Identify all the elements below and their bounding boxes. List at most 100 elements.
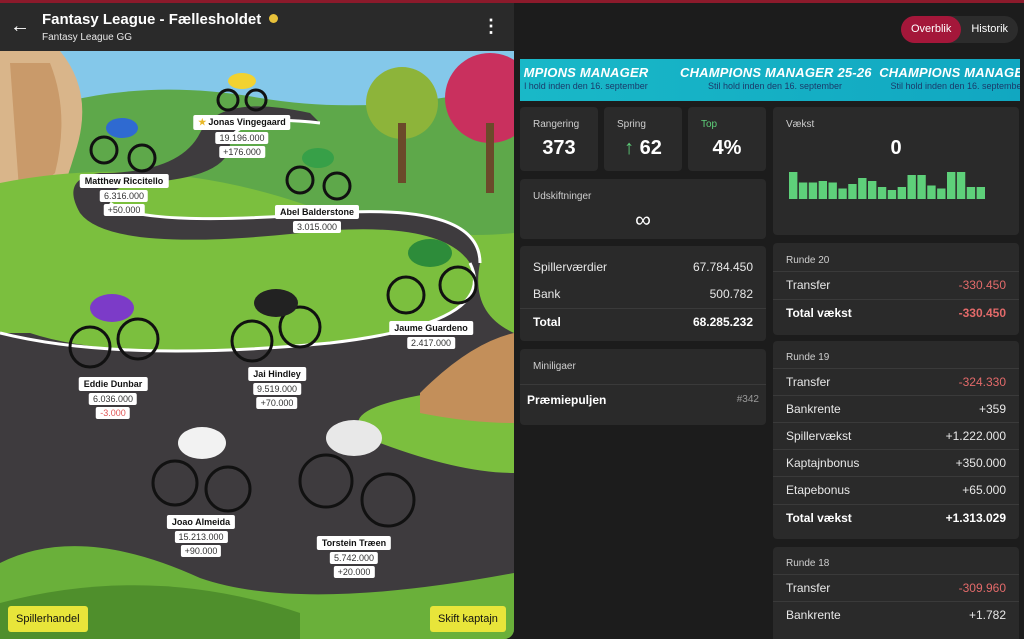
round-row-label: Etapebonus <box>786 483 851 497</box>
rider-value-change: +90.000 <box>180 545 222 557</box>
growth-bar <box>947 172 956 199</box>
round-row-value: -324.330 <box>958 375 1006 389</box>
promo-banner[interactable]: MPIONS MANAGER l hold inden den 16. sept… <box>520 59 1020 101</box>
round-title: Runde 20 <box>786 255 830 266</box>
round-row-value: +1.222.000 <box>945 429 1006 443</box>
round-row-value: +359 <box>978 402 1006 416</box>
rider-card[interactable]: ★ Jonas Vingegaard 19.196.000 +176.000 <box>193 115 291 158</box>
value-row: Bank 500.782 <box>520 280 766 307</box>
growth-bar <box>937 188 946 199</box>
growth-value: 0 <box>890 137 902 159</box>
rank-card: Rangering 373 <box>520 107 598 171</box>
arrow-left-icon[interactable]: ← <box>10 15 32 37</box>
growth-bar <box>798 182 808 199</box>
view-switch: Overblik Historik <box>901 16 1019 43</box>
round-row-value: +65.000 <box>962 483 1006 497</box>
rider-card[interactable]: Jaume Guardeno 2.417.000 <box>389 321 473 349</box>
value-total-value: 68.285.232 <box>692 315 753 329</box>
rider-name: Torstein Træen <box>316 536 392 550</box>
round-total-value: -330.450 <box>958 306 1006 320</box>
rider-value: 15.213.000 <box>174 531 228 543</box>
rider-name-text: Matthew Riccitello <box>84 176 164 186</box>
growth-bar <box>956 172 966 199</box>
app-root: ← Fantasy League - Fællesholdet Fantasy … <box>0 0 1024 639</box>
rider-card[interactable]: Joao Almeida 15.213.000 +90.000 <box>166 515 236 557</box>
minileague-name: Præmiepuljen <box>527 392 607 407</box>
rider-card[interactable]: Eddie Dunbar 6.036.000 -3.000 <box>78 377 148 419</box>
rider-name-text: Jaume Guardeno <box>394 323 468 333</box>
swaps-label: Udskiftninger <box>533 191 592 202</box>
rider-name: Jaume Guardeno <box>389 321 473 335</box>
rider-name: Jai Hindley <box>248 367 306 381</box>
rider-name-text: Jonas Vingegaard <box>208 117 286 127</box>
growth-bar <box>848 184 857 199</box>
banner-sub: Stil hold inden den 16. september <box>707 81 843 91</box>
jump-value-wrap: ↑ 62 <box>604 137 682 160</box>
tab-history[interactable]: Historik <box>961 16 1018 43</box>
growth-bar <box>907 175 916 199</box>
round-row: Etapebonus +65.000 <box>773 476 1019 503</box>
infinity-icon: ∞ <box>635 207 651 232</box>
page-title: Fantasy League - Fællesholdet <box>42 11 279 28</box>
team-value-card: Spillerværdier 67.784.450 Bank 500.782 Tot… <box>520 246 766 341</box>
banner-title: CHAMPIONS MANAGER <box>680 65 834 80</box>
banner-season: 25-26 <box>837 65 872 80</box>
value-row-label: Spillerværdier <box>533 259 608 274</box>
value-row-value: 500.782 <box>709 286 753 301</box>
rider-name: Abel Balderstone <box>274 205 360 219</box>
round-total-row: Total vækst -330.450 <box>773 299 1019 326</box>
value-total-row: Total 68.285.232 <box>520 308 766 335</box>
banner-partial-title: MPIONS MANAGER <box>523 65 649 80</box>
rider-card[interactable]: Jai Hindley 9.519.000 +70.000 <box>248 367 306 409</box>
jump-card: Spring ↑ 62 <box>604 107 682 171</box>
value-row-label: Bank <box>533 286 561 301</box>
rider-name-text: Eddie Dunbar <box>83 379 143 389</box>
round-row: Bankrente +1.782 <box>773 601 1019 628</box>
round-row: Spillervækst +1.222.000 <box>773 422 1019 449</box>
growth-bar <box>897 187 907 199</box>
minileague-item[interactable]: Præmiepuljen #342 <box>520 384 766 414</box>
rider-card[interactable]: Abel Balderstone 3.015.000 <box>274 205 360 233</box>
top-label: Top <box>701 119 718 130</box>
jump-value: 62 <box>639 137 662 159</box>
growth-label: Vækst <box>786 119 815 130</box>
top-card: Top 4% <box>688 107 766 171</box>
value-row: Spillerværdier 67.784.450 <box>520 253 766 280</box>
rider-value: 3.015.000 <box>292 221 342 233</box>
kebab-menu-icon[interactable]: ⋮ <box>482 17 500 35</box>
value-row-value: 67.784.450 <box>692 259 753 274</box>
growth-bar <box>808 182 818 199</box>
trade-button[interactable]: Spillerhandel <box>8 606 88 632</box>
rider-value-change: +70.000 <box>256 397 298 409</box>
round-row: Kaptajnbonus +350.000 <box>773 449 1019 476</box>
round-row: Transfer -330.450 <box>773 271 1019 298</box>
banner-item: CHAMPIONS MANAGER 25-26 Stil hold inden … <box>680 65 872 91</box>
round-row: Transfer -324.330 <box>773 368 1019 395</box>
round-row-label: Spillervækst <box>786 429 852 443</box>
round-row-value: +1.782 <box>968 608 1006 622</box>
rider-card[interactable]: Matthew Riccitello 6.316.000 +50.000 <box>79 174 169 216</box>
round-total-label: Total vækst <box>786 306 852 320</box>
rider-value: 6.316.000 <box>99 190 149 202</box>
rider-value-change: +20.000 <box>333 566 375 578</box>
round-row-label: Bankrente <box>786 608 841 622</box>
rider-name-text: Joao Almeida <box>171 517 231 527</box>
banner-tail-title: CHAMPIONS MANAGER <box>879 65 1020 80</box>
growth-bar <box>887 190 897 199</box>
rider-name: Joao Almeida <box>166 515 236 529</box>
rider-card[interactable]: Torstein Træen 5.742.000 +20.000 <box>316 536 392 578</box>
rider-name: ★ Jonas Vingegaard <box>193 115 291 130</box>
rider-name: Eddie Dunbar <box>78 377 148 391</box>
rider-value-change: +176.000 <box>219 146 265 158</box>
change-captain-button[interactable]: Skift kaptajn <box>430 606 506 632</box>
banner-tail-sub: Stil hold inden den 16. septembe <box>890 81 1020 91</box>
growth-bar <box>868 181 877 199</box>
rider-name-text: Abel Balderstone <box>279 207 355 217</box>
minileague-card: Miniligaer Præmiepuljen #342 <box>520 349 766 425</box>
tab-overview[interactable]: Overblik <box>901 16 962 43</box>
growth-bar <box>858 178 867 199</box>
round-row-value: -330.450 <box>958 278 1006 292</box>
round-card: Runde 19 Transfer -324.330 Bankrente +359 … <box>773 341 1019 539</box>
jump-label: Spring <box>617 119 646 130</box>
rider-name: Matthew Riccitello <box>79 174 169 188</box>
